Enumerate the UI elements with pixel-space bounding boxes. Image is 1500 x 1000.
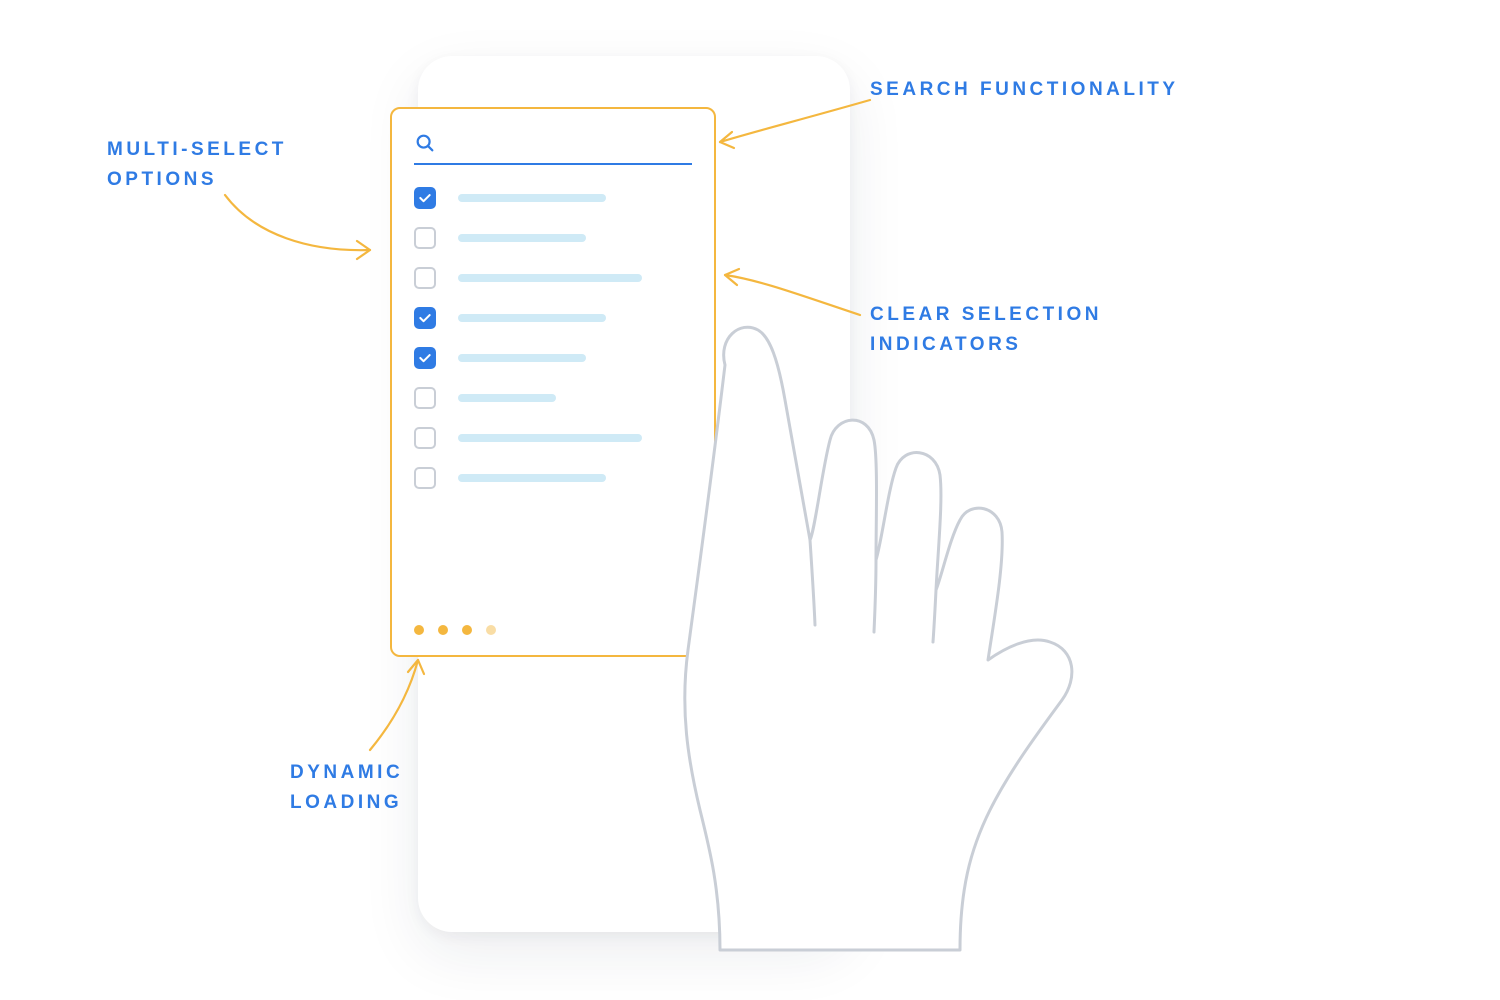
option-label-placeholder [458,394,556,402]
checkbox[interactable] [414,427,436,449]
option-label-placeholder [458,354,586,362]
search-field[interactable] [414,127,692,165]
checkbox[interactable] [414,187,436,209]
search-input[interactable] [446,127,692,163]
loading-dot [462,625,472,635]
option-label-placeholder [458,474,606,482]
option-label-placeholder [458,314,606,322]
option-row[interactable] [414,387,692,409]
callout-loading-line1: DYNAMIC [290,758,403,787]
option-row[interactable] [414,347,692,369]
diagram-stage: SEARCH FUNCTIONALITY MULTI-SELECT OPTION… [0,0,1500,1000]
option-label-placeholder [458,274,642,282]
option-row[interactable] [414,227,692,249]
callout-search: SEARCH FUNCTIONALITY [870,75,1179,104]
option-row[interactable] [414,427,692,449]
checkbox[interactable] [414,347,436,369]
checkbox[interactable] [414,307,436,329]
option-label-placeholder [458,194,606,202]
loading-dot [438,625,448,635]
option-label-placeholder [458,434,642,442]
option-row[interactable] [414,467,692,489]
checkbox[interactable] [414,467,436,489]
callout-multiselect-line2: OPTIONS [107,165,217,194]
multiselect-panel [390,107,716,657]
option-row[interactable] [414,267,692,289]
checkbox[interactable] [414,267,436,289]
loading-dot [414,625,424,635]
option-label-placeholder [458,234,586,242]
loading-dots [414,625,496,635]
callout-clear-line2: INDICATORS [870,330,1021,359]
search-icon [414,132,436,159]
option-list [414,187,692,489]
loading-dot [486,625,496,635]
checkbox[interactable] [414,227,436,249]
option-row[interactable] [414,307,692,329]
callout-loading-line2: LOADING [290,788,402,817]
option-row[interactable] [414,187,692,209]
callout-clear-line1: CLEAR SELECTION [870,300,1102,329]
checkbox[interactable] [414,387,436,409]
callout-multiselect-line1: MULTI-SELECT [107,135,287,164]
